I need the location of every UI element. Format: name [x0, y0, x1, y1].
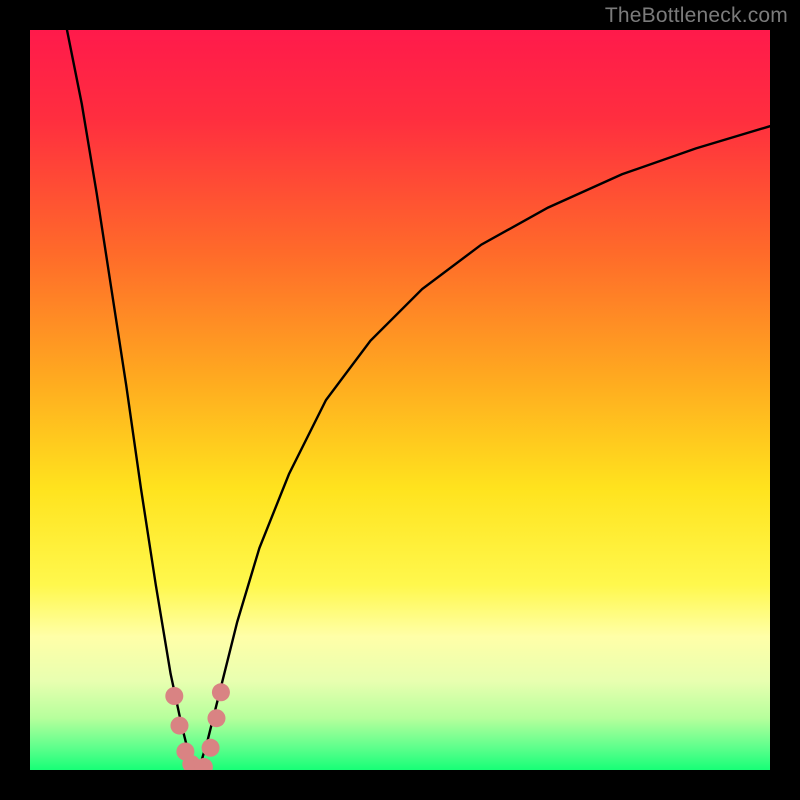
- chart-frame: TheBottleneck.com: [0, 0, 800, 800]
- marker-dot: [165, 687, 183, 705]
- marker-dot: [212, 683, 230, 701]
- watermark-text: TheBottleneck.com: [605, 4, 788, 28]
- curves-layer: [30, 30, 770, 770]
- right-curve: [199, 126, 770, 770]
- marker-dot: [207, 709, 225, 727]
- marker-dot: [170, 717, 188, 735]
- marker-group: [165, 683, 230, 770]
- left-curve: [67, 30, 199, 770]
- plot-area: [30, 30, 770, 770]
- marker-dot: [202, 739, 220, 757]
